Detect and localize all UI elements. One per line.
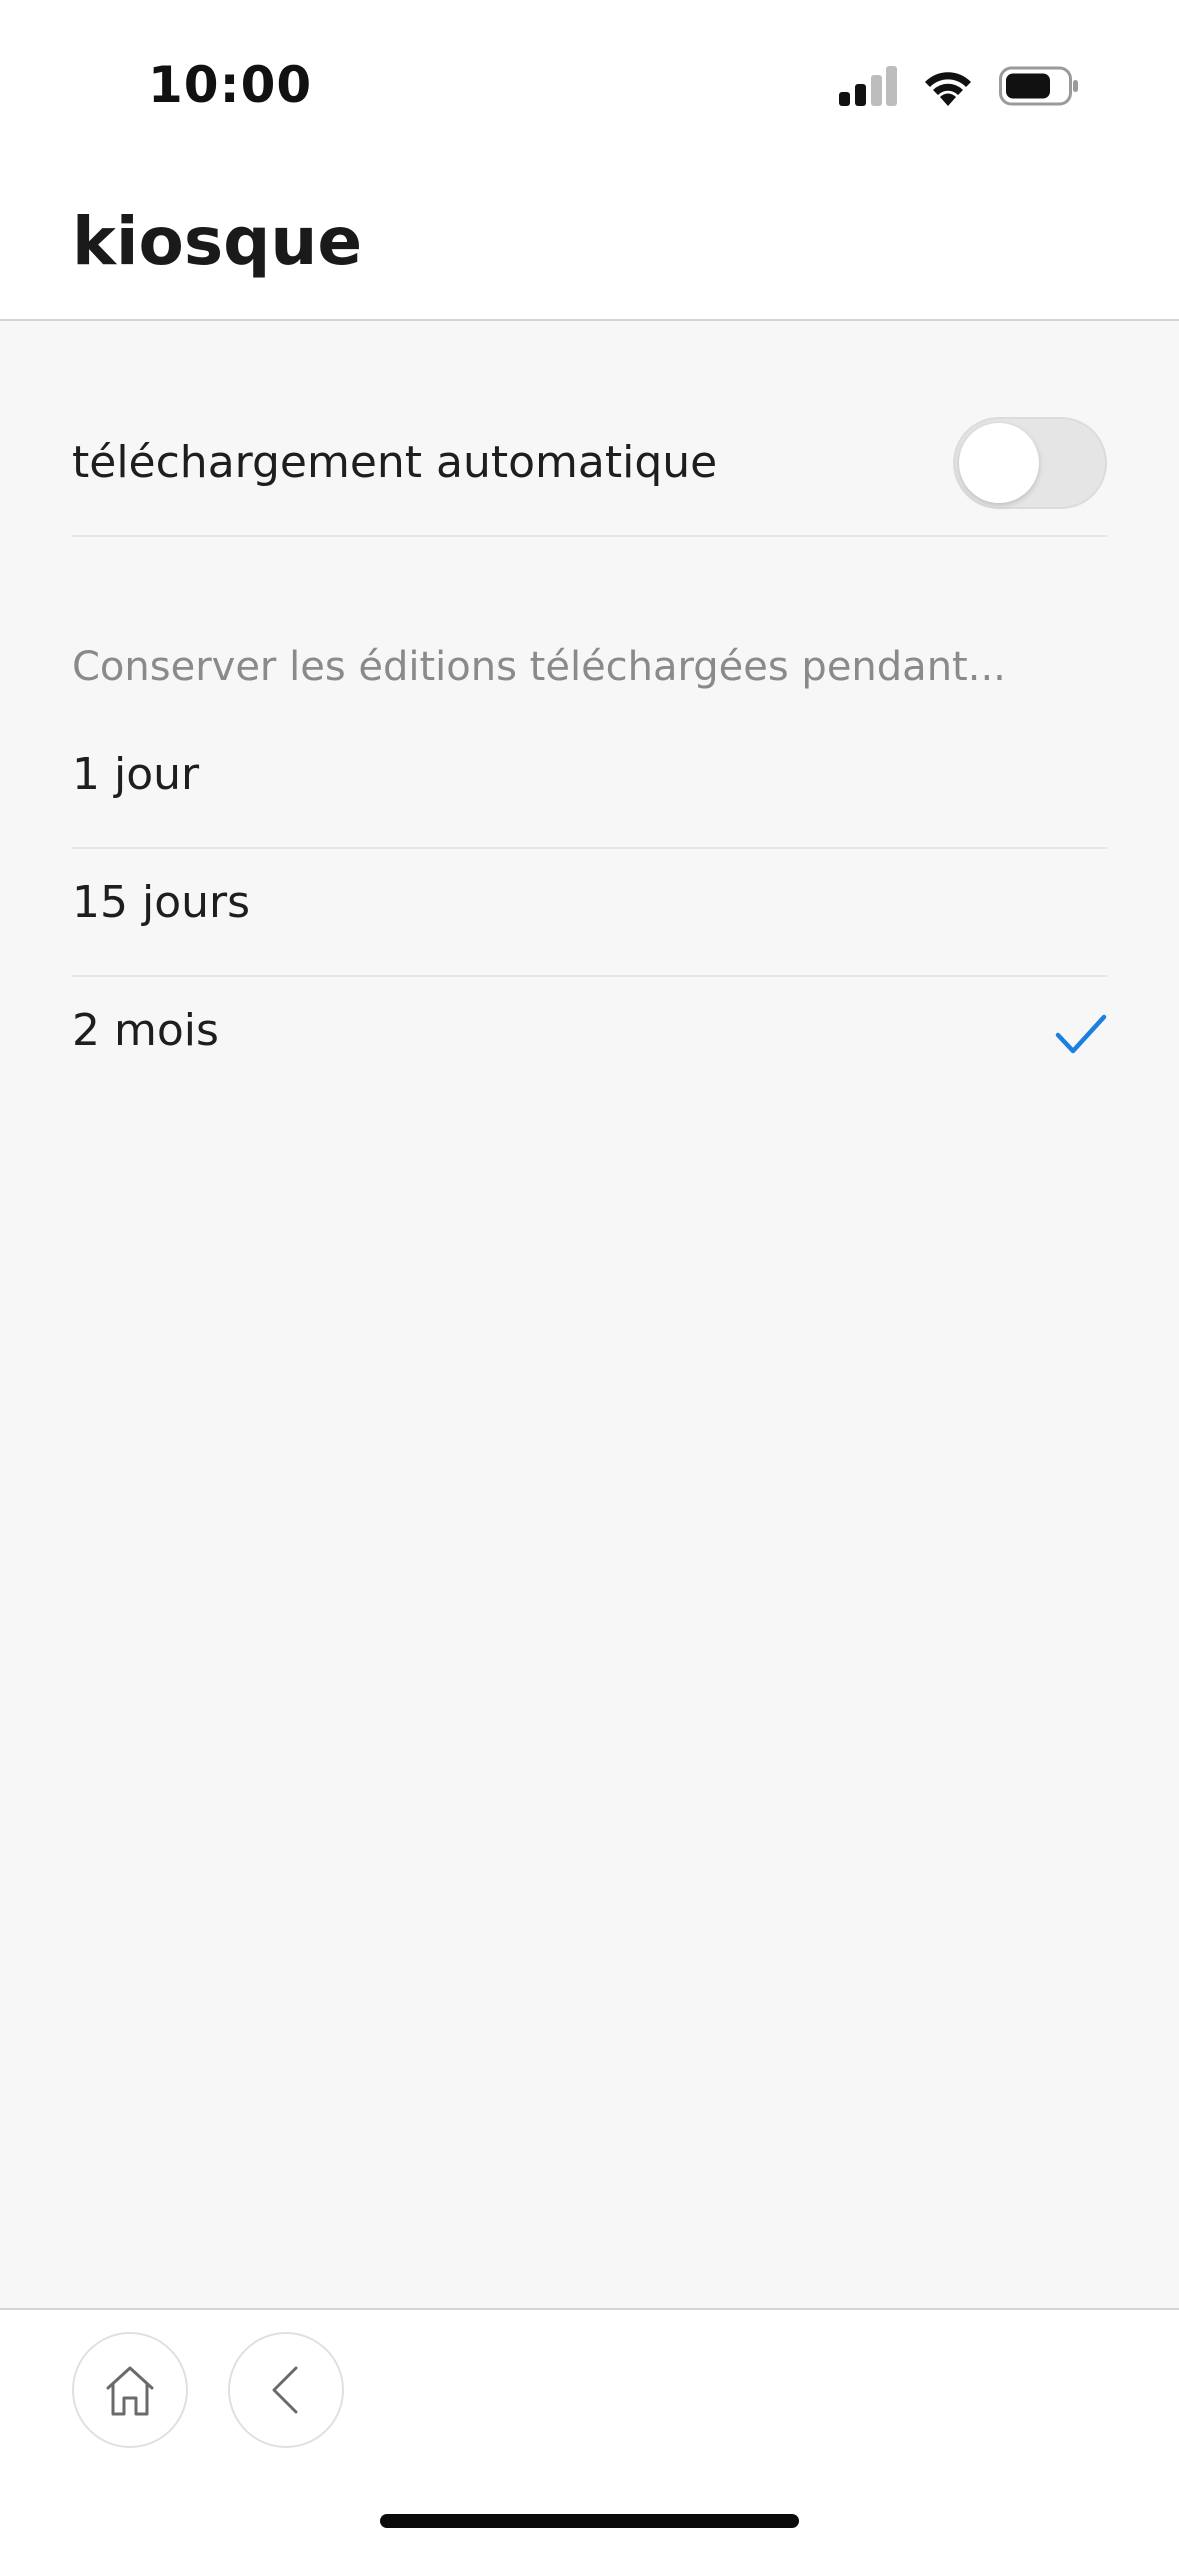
checkmark-icon	[1055, 1014, 1107, 1054]
battery-icon	[999, 66, 1078, 106]
home-button[interactable]	[72, 2332, 188, 2448]
wifi-icon	[925, 72, 971, 106]
retention-options: 1 jour 15 jours 2 mois	[72, 721, 1107, 1105]
status-bar: 10:00	[0, 0, 1179, 175]
status-time: 10:00	[148, 56, 313, 114]
option-label: 2 mois	[72, 1005, 219, 1056]
retention-option-15-jours[interactable]: 15 jours	[72, 849, 1107, 977]
back-button[interactable]	[228, 2332, 344, 2448]
retention-option-2-mois[interactable]: 2 mois	[72, 977, 1107, 1105]
cellular-signal-icon	[839, 66, 897, 106]
chevron-left-icon	[272, 2366, 298, 2414]
option-label: 15 jours	[72, 877, 251, 928]
status-icons	[839, 64, 1079, 108]
auto-download-label: téléchargement automatique	[72, 437, 718, 488]
auto-download-toggle[interactable]	[953, 417, 1107, 509]
bottom-toolbar	[0, 2308, 1179, 2556]
home-icon	[106, 2366, 154, 2416]
option-label: 1 jour	[72, 749, 200, 800]
page-title: kiosque	[72, 203, 363, 280]
retention-section-label: Conserver les éditions téléchargées pend…	[72, 644, 1006, 690]
auto-download-row: téléchargement automatique	[72, 417, 1107, 537]
home-indicator	[380, 2514, 799, 2528]
toggle-knob	[959, 423, 1039, 503]
header: kiosque	[0, 175, 1179, 321]
retention-option-1-jour[interactable]: 1 jour	[72, 721, 1107, 849]
